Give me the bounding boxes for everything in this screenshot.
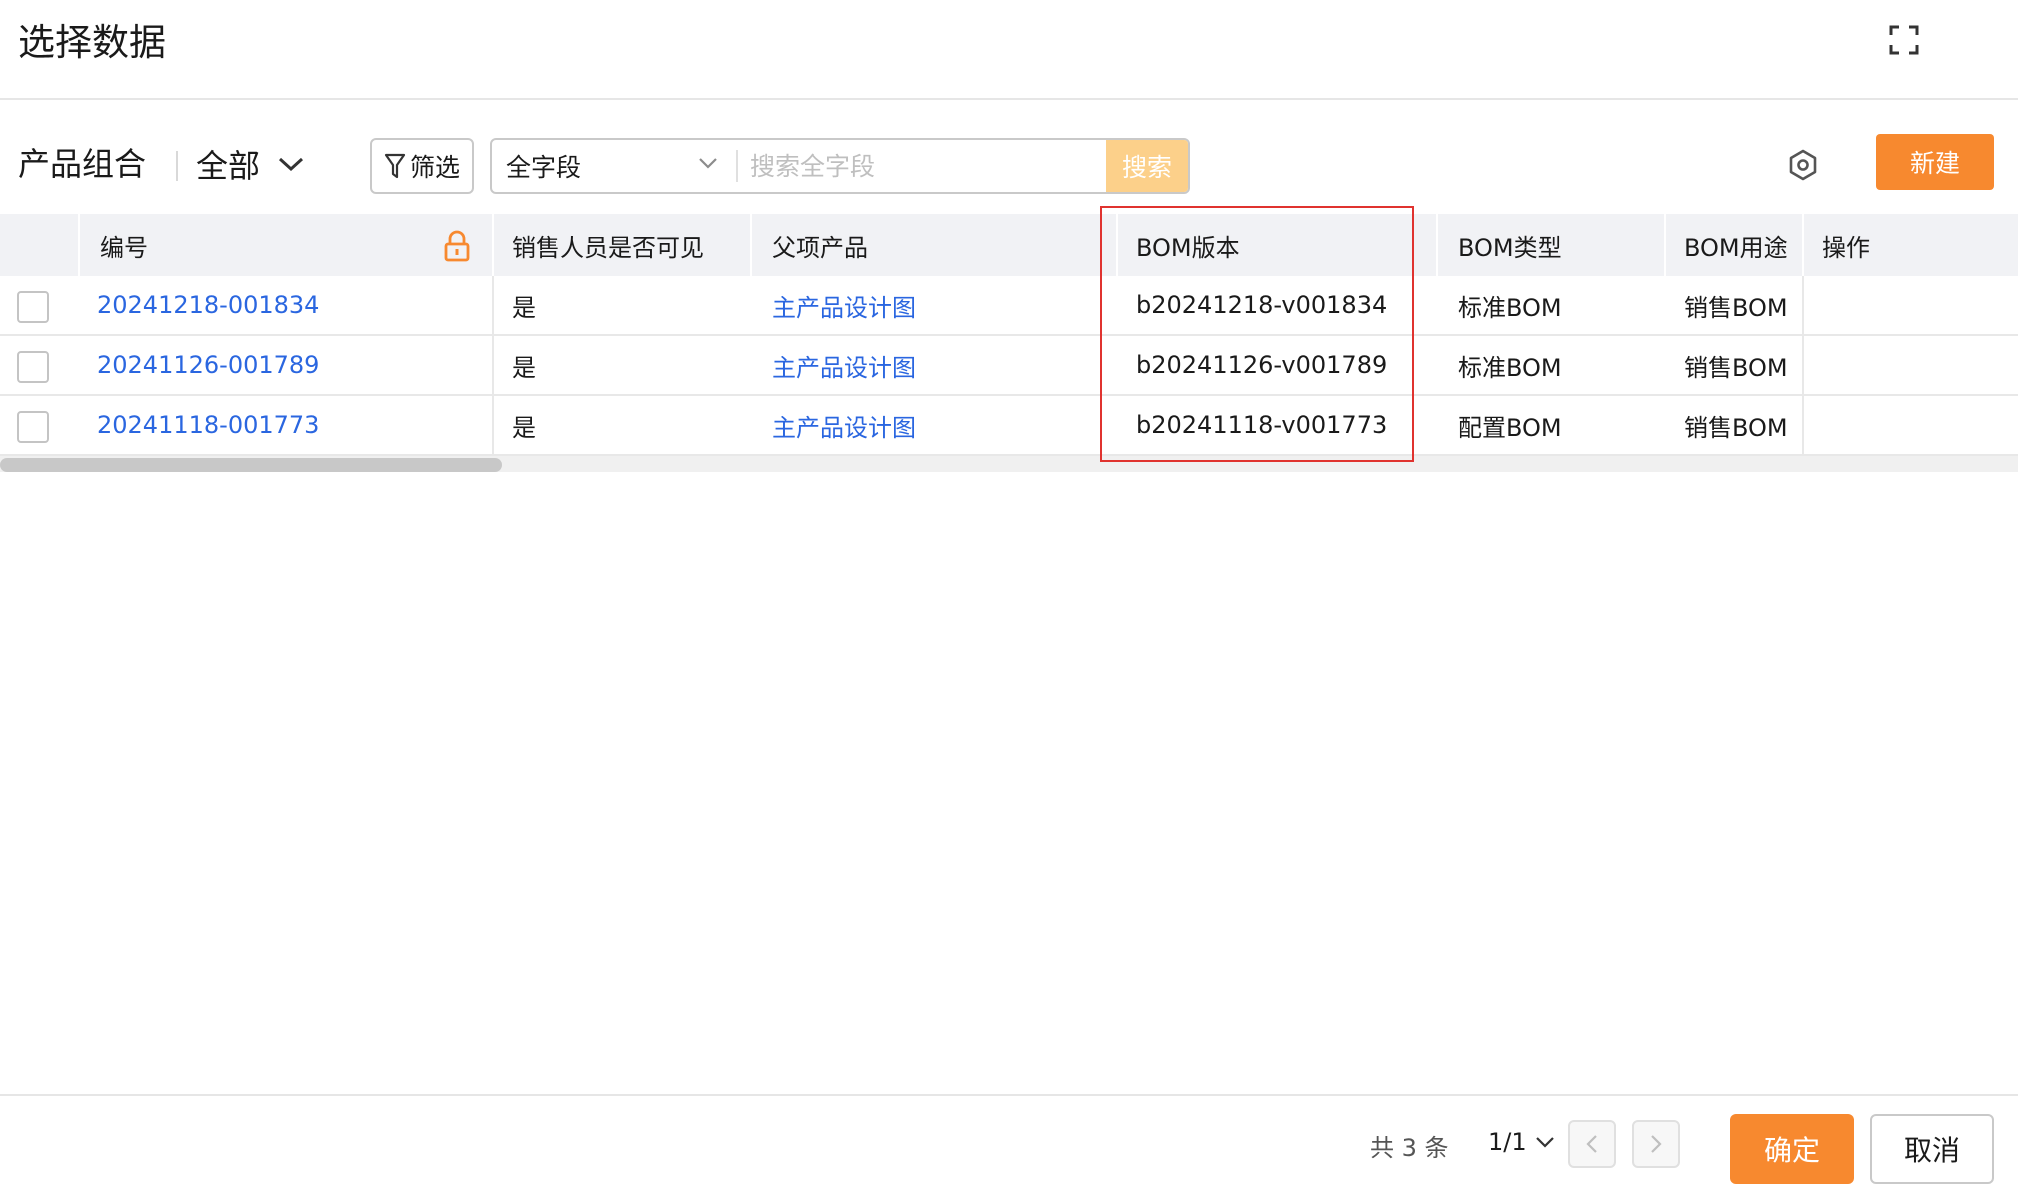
search-group: 全字段 搜索 <box>490 138 1190 194</box>
horizontal-scrollbar-thumb[interactable] <box>0 458 502 472</box>
new-button[interactable]: 新建 <box>1876 134 1994 190</box>
lock-icon <box>444 230 470 262</box>
row-code-link[interactable]: 20241126-001789 <box>97 336 319 394</box>
row-code-link[interactable]: 20241218-001834 <box>97 276 319 334</box>
chevron-right-icon <box>1651 1135 1662 1153</box>
row-version: b20241126-v001789 <box>1136 351 1388 379</box>
column-divider <box>492 276 494 456</box>
row-version: b20241218-v001834 <box>1136 291 1388 319</box>
search-divider <box>736 150 738 182</box>
search-field-select[interactable]: 全字段 <box>492 140 736 192</box>
expand-icon[interactable] <box>1888 24 1920 56</box>
confirm-button[interactable]: 确定 <box>1730 1114 1854 1184</box>
dialog-title: 选择数据 <box>18 21 166 64</box>
toolbar: 产品组合 全部 筛选 全字段 搜索 新建 <box>0 124 2018 204</box>
dialog-footer: 共 3 条 1/1 确定 取消 <box>0 1094 2018 1200</box>
chevron-down-icon <box>1535 1137 1554 1148</box>
page-select[interactable]: 1/1 <box>1488 1124 1555 1160</box>
row-code-link[interactable]: 20241118-001773 <box>97 396 319 454</box>
row-usage: 销售BOM <box>1684 293 1788 322</box>
table-row[interactable]: 20241126-001789 是 主产品设计图 b20241126-v0017… <box>0 336 2018 396</box>
row-checkbox[interactable] <box>17 351 49 383</box>
row-checkbox[interactable] <box>17 411 49 443</box>
settings-hex-icon[interactable] <box>1786 148 1820 182</box>
row-usage: 销售BOM <box>1684 413 1788 442</box>
column-header-actions: 操作 <box>1822 233 1870 262</box>
chevron-down-icon <box>279 157 304 172</box>
column-header-visible[interactable]: 销售人员是否可见 <box>494 214 752 276</box>
row-checkbox[interactable] <box>17 291 49 323</box>
dialog-header: 选择数据 <box>0 0 2018 100</box>
row-parent-link[interactable]: 主产品设计图 <box>772 336 916 394</box>
column-header-usage[interactable]: BOM用途 <box>1666 214 1804 276</box>
row-type: 标准BOM <box>1458 293 1562 322</box>
search-input[interactable] <box>750 144 1050 188</box>
row-visible: 是 <box>512 293 536 322</box>
scene-label: 产品组合 <box>18 145 147 183</box>
column-header-version[interactable]: BOM版本 <box>1118 214 1438 276</box>
row-usage: 销售BOM <box>1684 353 1788 382</box>
search-field-value: 全字段 <box>506 153 582 182</box>
row-version: b20241118-v001773 <box>1136 411 1388 439</box>
chevron-down-icon <box>699 158 717 169</box>
filter-button-label: 筛选 <box>409 153 460 182</box>
row-parent-link[interactable]: 主产品设计图 <box>772 276 916 334</box>
table-row[interactable]: 20241218-001834 是 主产品设计图 b20241218-v0018… <box>0 276 2018 336</box>
header-checkbox-cell <box>0 214 80 276</box>
toolbar-divider <box>176 151 178 181</box>
page-select-value: 1/1 <box>1488 1128 1527 1156</box>
column-header-parent[interactable]: 父项产品 <box>752 214 1118 276</box>
filter-icon <box>384 153 406 179</box>
row-type: 配置BOM <box>1458 413 1562 442</box>
next-page-button[interactable] <box>1632 1120 1680 1168</box>
table-header: 编号 销售人员是否可见 父项产品 BOM版本 BOM类型 BOM用途 操作 <box>0 214 2018 276</box>
row-visible: 是 <box>512 353 536 382</box>
table-row[interactable]: 20241118-001773 是 主产品设计图 b20241118-v0017… <box>0 396 2018 456</box>
prev-page-button[interactable] <box>1568 1120 1616 1168</box>
filter-button[interactable]: 筛选 <box>370 138 474 194</box>
total-count: 共 3 条 <box>1370 1134 1449 1162</box>
search-button[interactable]: 搜索 <box>1106 140 1188 192</box>
scope-select[interactable]: 全部 <box>196 142 304 186</box>
column-divider <box>1802 276 1804 456</box>
row-visible: 是 <box>512 413 536 442</box>
column-header-type[interactable]: BOM类型 <box>1438 214 1666 276</box>
chevron-left-icon <box>1586 1135 1597 1153</box>
row-type: 标准BOM <box>1458 353 1562 382</box>
column-header-code[interactable]: 编号 <box>80 214 494 276</box>
scope-select-value: 全部 <box>196 147 261 185</box>
cancel-button[interactable]: 取消 <box>1870 1114 1994 1184</box>
row-parent-link[interactable]: 主产品设计图 <box>772 396 916 454</box>
